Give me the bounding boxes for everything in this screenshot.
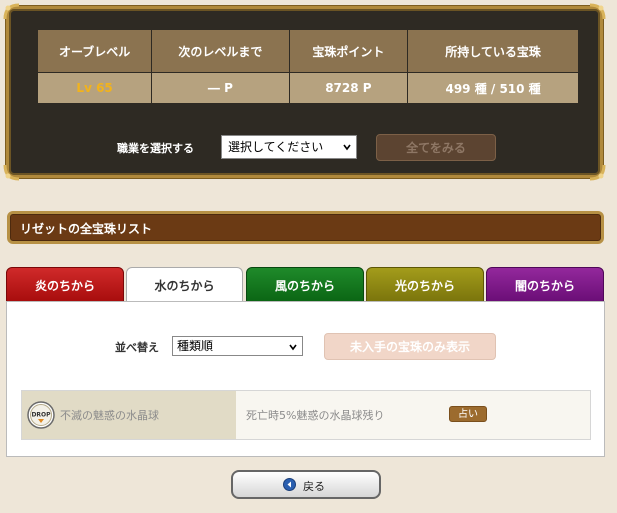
section-title: リゼットの全宝珠リスト: [20, 222, 153, 236]
job-select-dropdown[interactable]: 選択してください: [221, 135, 357, 159]
chevron-down-icon: [343, 144, 351, 151]
orb-points-value: 8728 P: [288, 72, 409, 104]
orb-list-panel: 並べ替え 種類順 未入手の宝珠のみ表示 DROP 不滅の魅惑の水晶球 死亡時5%…: [6, 301, 605, 457]
sort-label: 並べ替え: [115, 341, 159, 354]
drop-icon: DROP: [27, 401, 55, 429]
header-orb-level: オーブレベル: [36, 29, 153, 73]
orb-list-item: DROP 不滅の魅惑の水晶球 死亡時5%魅惑の水晶球残り 占い: [21, 390, 591, 440]
show-unobtained-only-button[interactable]: 未入手の宝珠のみ表示: [324, 333, 496, 360]
orb-name-cell: DROP 不滅の魅惑の水晶球: [22, 391, 236, 439]
header-orb-points: 宝珠ポイント: [288, 29, 409, 73]
header-owned-orbs: 所持している宝珠: [407, 29, 579, 73]
orb-name: 不滅の魅惑の水晶球: [60, 409, 159, 422]
back-arrow-icon: [283, 478, 296, 491]
back-label: 戻る: [303, 480, 325, 493]
chevron-down-icon: [289, 344, 297, 351]
drop-icon-text: DROP: [31, 412, 51, 419]
orb-level-value: Lv 65: [36, 72, 153, 104]
fortune-button[interactable]: 占い: [449, 406, 487, 422]
job-select-row: 職業を選択する 選択してください 全てをみる: [9, 130, 600, 170]
next-level-value: ― P: [151, 72, 290, 104]
owned-orbs-value: 499 種 / 510 種: [407, 72, 579, 104]
tab-fire[interactable]: 炎のちから: [6, 267, 124, 302]
job-select-value: 選択してください: [228, 140, 324, 154]
element-tabs: 炎のちから 水のちから 風のちから 光のちから 闇のちから: [6, 267, 605, 303]
tab-wind[interactable]: 風のちから: [246, 267, 364, 302]
orb-status-panel: オーブレベル 次のレベルまで 宝珠ポイント 所持している宝珠 Lv 65 ― P…: [3, 3, 606, 181]
show-all-button[interactable]: 全てをみる: [376, 134, 496, 161]
sort-select-dropdown[interactable]: 種類順: [172, 336, 303, 356]
tab-water[interactable]: 水のちから: [126, 267, 243, 303]
orb-stats-table: オーブレベル 次のレベルまで 宝珠ポイント 所持している宝珠 Lv 65 ― P…: [36, 29, 579, 104]
header-next-level: 次のレベルまで: [151, 29, 290, 73]
section-header: リゼットの全宝珠リスト: [7, 211, 604, 244]
tab-dark[interactable]: 闇のちから: [486, 267, 604, 302]
ornament-corner-icon: [588, 3, 606, 21]
sort-select-value: 種類順: [177, 339, 214, 353]
back-button[interactable]: 戻る: [231, 470, 381, 499]
tab-light[interactable]: 光のちから: [366, 267, 484, 302]
ornament-corner-icon: [3, 3, 21, 21]
orb-effect: 死亡時5%魅惑の水晶球残り: [246, 409, 385, 422]
job-select-label: 職業を選択する: [117, 142, 194, 155]
